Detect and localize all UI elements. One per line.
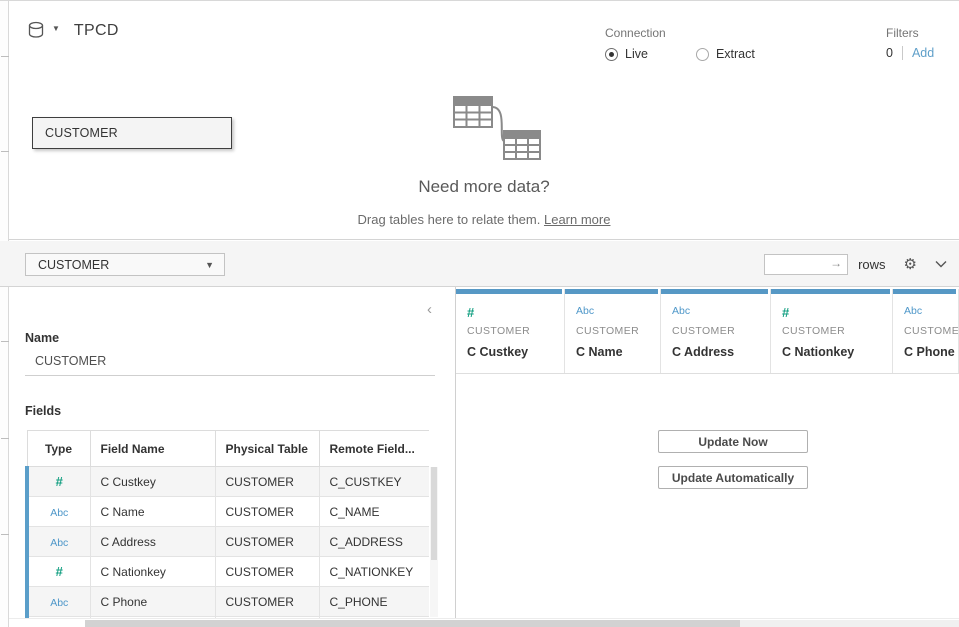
col-header-type[interactable]: Type <box>27 431 90 467</box>
field-row-c-name[interactable]: Abc C Name CUSTOMER C_NAME <box>27 497 429 527</box>
chevron-down-icon[interactable] <box>935 260 947 268</box>
grid-col-c-address[interactable]: Abc CUSTOMER C Address <box>661 289 771 373</box>
fields-table: Type Field Name Physical Table Remote Fi… <box>25 430 429 621</box>
grid-toolbar: CUSTOMER ▼ → rows ⚙ <box>0 241 959 287</box>
canvas-table-node-customer[interactable]: CUSTOMER <box>32 117 232 149</box>
rail-tick <box>1 151 9 152</box>
grid-col-c-phone[interactable]: Abc CUSTOMER C Phone <box>893 289 959 373</box>
filters-label: Filters <box>886 26 934 40</box>
fields-header-row: Type Field Name Physical Table Remote Fi… <box>27 431 429 467</box>
col-header-field-name[interactable]: Field Name <box>90 431 215 467</box>
column-accent-bar <box>565 289 658 294</box>
number-type-icon: # <box>467 305 474 320</box>
update-automatically-button[interactable]: Update Automatically <box>658 466 808 489</box>
relate-tables-illustration-icon <box>438 91 548 163</box>
column-accent-bar <box>771 289 890 294</box>
string-type-icon[interactable]: Abc <box>50 597 68 609</box>
scrollbar-thumb[interactable] <box>431 467 437 560</box>
connection-label: Connection <box>605 26 803 40</box>
number-type-icon[interactable]: # <box>56 564 63 579</box>
update-now-button[interactable]: Update Now <box>658 430 808 453</box>
collapse-panel-chevron-icon[interactable]: ‹ <box>427 301 432 318</box>
field-row-c-custkey[interactable]: # C Custkey CUSTOMER C_CUSTKEY <box>27 467 429 497</box>
filters-add-link[interactable]: Add <box>912 46 934 60</box>
column-accent-bar <box>456 289 562 294</box>
string-type-icon[interactable]: Abc <box>50 537 68 549</box>
number-type-icon: # <box>782 305 789 320</box>
grid-col-c-custkey[interactable]: # CUSTOMER C Custkey <box>456 289 565 373</box>
empty-state-title: Need more data? <box>9 177 959 197</box>
field-row-c-nationkey[interactable]: # C Nationkey CUSTOMER C_NATIONKEY <box>27 557 429 587</box>
rail-tick <box>1 341 9 342</box>
column-accent-bar <box>893 289 956 294</box>
string-type-icon: Abc <box>672 305 690 317</box>
table-name-input[interactable]: CUSTOMER <box>25 347 435 376</box>
string-type-icon[interactable]: Abc <box>50 507 68 519</box>
col-header-remote-field[interactable]: Remote Field... <box>319 431 429 467</box>
datasource-title: TPCD <box>74 22 119 40</box>
name-label: Name <box>25 331 59 345</box>
dropdown-caret-icon: ▼ <box>205 260 224 270</box>
col-header-physical-table[interactable]: Physical Table <box>215 431 319 467</box>
lower-split-area: ‹ Name CUSTOMER Fields Type Field Name P… <box>0 287 959 627</box>
data-grid-header: # CUSTOMER C Custkey Abc CUSTOMER C Name… <box>456 289 959 374</box>
connection-options: Live Extract <box>605 47 803 61</box>
datasource-canvas-area: ▼ TPCD Connection Live Extract Filters 0 <box>9 1 959 240</box>
tableau-datasource-page: ▼ TPCD Connection Live Extract Filters 0 <box>0 0 959 626</box>
grid-settings-gear-icon[interactable]: ⚙ <box>904 257 917 272</box>
rows-label: rows <box>858 257 885 272</box>
fields-label: Fields <box>25 404 61 418</box>
table-selector-dropdown[interactable]: CUSTOMER ▼ <box>25 253 225 276</box>
column-accent-bar <box>661 289 768 294</box>
fields-table-scrollbar[interactable] <box>430 467 438 617</box>
radio-extract[interactable]: Extract <box>696 47 755 61</box>
number-type-icon[interactable]: # <box>56 474 63 489</box>
database-menu-caret-icon[interactable]: ▼ <box>52 24 60 33</box>
radio-extract-circle-icon[interactable] <box>696 48 709 61</box>
database-icon[interactable] <box>28 21 46 41</box>
left-pane-collapsed-rail[interactable] <box>0 1 9 627</box>
learn-more-link[interactable]: Learn more <box>544 212 610 227</box>
field-row-c-phone[interactable]: Abc C Phone CUSTOMER C_PHONE <box>27 587 429 617</box>
grid-col-c-nationkey[interactable]: # CUSTOMER C Nationkey <box>771 289 893 373</box>
apply-rows-arrow-icon[interactable]: → <box>830 256 842 270</box>
filters-count: 0 <box>886 46 893 60</box>
empty-state-hint: Drag tables here to relate them. Learn m… <box>9 212 959 227</box>
string-type-icon: Abc <box>576 305 594 317</box>
datasource-title-row: ▼ TPCD <box>28 21 119 41</box>
rail-tick <box>1 56 9 57</box>
grid-col-c-name[interactable]: Abc CUSTOMER C Name <box>565 289 661 373</box>
rail-tick <box>1 438 9 439</box>
radio-live-circle-icon[interactable] <box>605 48 618 61</box>
filters-divider <box>902 46 903 60</box>
radio-live[interactable]: Live <box>605 47 648 61</box>
connection-block: Connection Live Extract <box>605 26 803 61</box>
field-row-c-address[interactable]: Abc C Address CUSTOMER C_ADDRESS <box>27 527 429 557</box>
string-type-icon: Abc <box>904 305 922 317</box>
filters-block: Filters 0 Add <box>886 26 934 60</box>
rail-tick <box>1 534 9 535</box>
